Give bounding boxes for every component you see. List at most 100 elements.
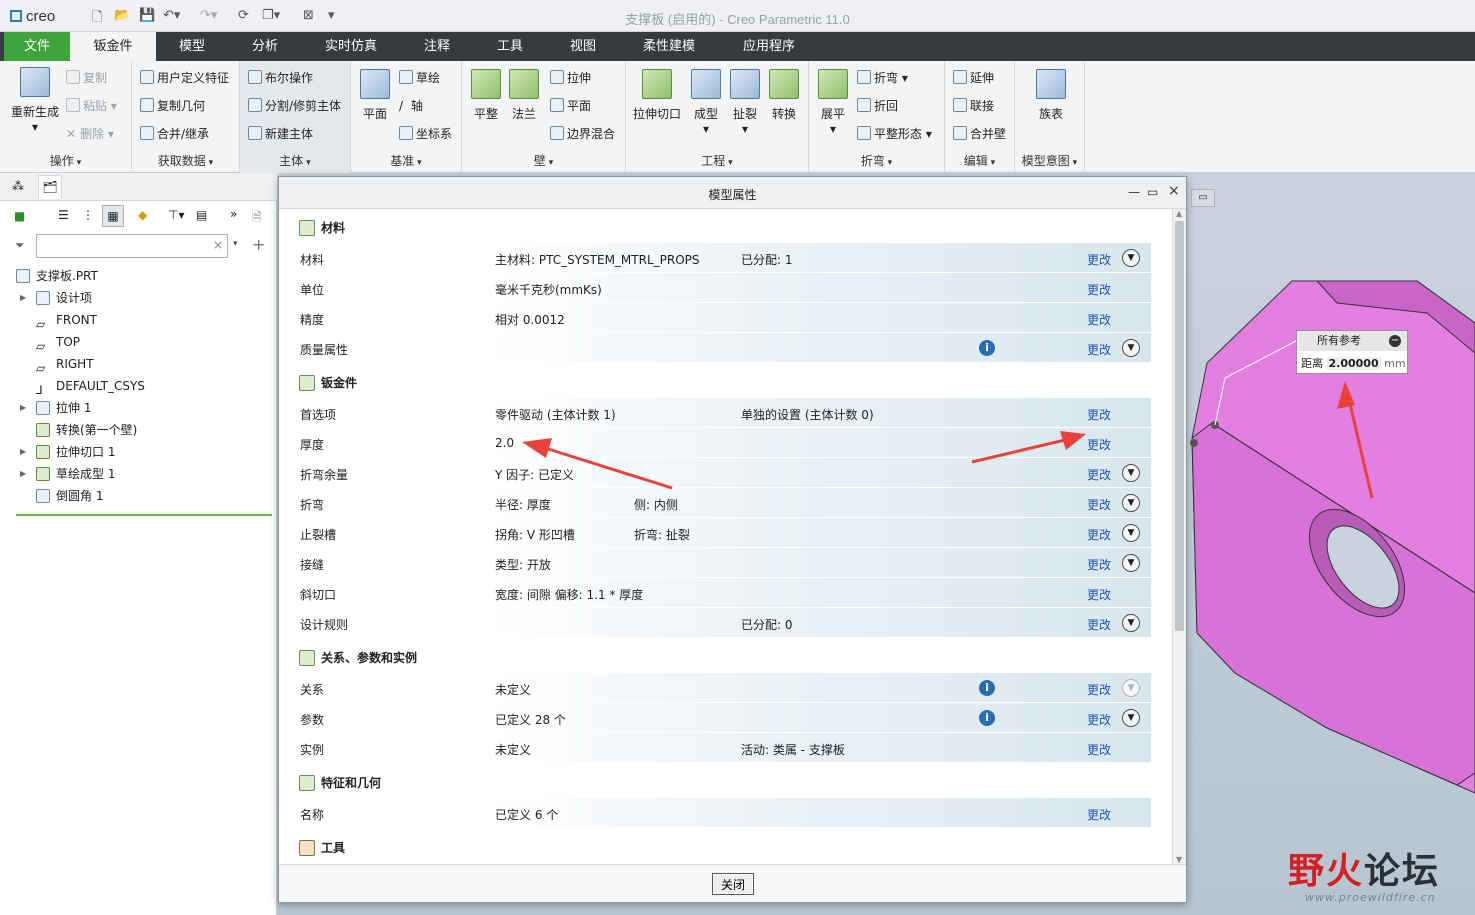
tree-list-icon[interactable]: ⋮ <box>82 208 94 222</box>
close-icon[interactable]: × <box>1168 183 1180 199</box>
collapse-icon[interactable]: − <box>1389 335 1401 347</box>
expand-icon[interactable]: ▶ <box>20 463 26 485</box>
info-icon[interactable]: i <box>979 710 995 726</box>
expand-row-icon[interactable]: ▼ <box>1122 554 1140 572</box>
change-link[interactable]: 更改 <box>1087 741 1111 758</box>
info-icon[interactable]: i <box>979 680 995 696</box>
change-link[interactable]: 更改 <box>1087 711 1111 728</box>
group-label-edit[interactable]: 编辑 <box>945 152 1014 169</box>
restore-view-icon[interactable]: ▭ <box>1191 189 1215 207</box>
extend-button[interactable]: 延伸 <box>953 69 994 86</box>
family-table-button[interactable]: 族表 <box>1031 69 1071 122</box>
bend-back-button[interactable]: 折回 <box>857 97 898 114</box>
tree-columns-icon[interactable]: ☰ <box>58 208 69 222</box>
group-label-wall[interactable]: 壁 <box>462 152 625 169</box>
tab-sheetmetal[interactable]: 钣金件 <box>70 32 156 61</box>
group-label-datum[interactable]: 基准 <box>351 152 461 169</box>
rip-button[interactable]: 扯裂 ▾ <box>727 69 763 136</box>
tree-table-icon[interactable]: ▦ <box>102 205 124 227</box>
change-link[interactable]: 更改 <box>1087 496 1111 513</box>
boolean-button[interactable]: 布尔操作 <box>248 69 313 86</box>
expand-icon[interactable]: ▶ <box>20 397 26 419</box>
csys-button[interactable]: 坐标系 <box>399 125 452 142</box>
expand-icon[interactable]: ▶ <box>20 287 26 309</box>
change-link[interactable]: 更改 <box>1087 526 1111 543</box>
group-label-model-intent[interactable]: 模型意图 <box>1015 152 1084 169</box>
expand-row-icon[interactable]: ▼ <box>1122 679 1140 697</box>
change-link[interactable]: 更改 <box>1087 406 1111 423</box>
axis-button[interactable]: / 轴 <box>399 97 423 114</box>
change-link[interactable]: 更改 <box>1087 616 1111 633</box>
tab-applications[interactable]: 应用程序 <box>730 32 808 61</box>
group-label-operations[interactable]: 操作 <box>0 152 131 169</box>
change-link[interactable]: 更改 <box>1087 556 1111 573</box>
maximize-icon[interactable]: ▭ <box>1147 185 1158 199</box>
group-label-bend[interactable]: 折弯 <box>809 152 944 169</box>
delete-button[interactable]: ✕ 删除 ▾ <box>66 125 114 142</box>
change-link[interactable]: 更改 <box>1087 681 1111 698</box>
change-link[interactable]: 更改 <box>1087 466 1111 483</box>
merge-inherit-button[interactable]: 合并/继承 <box>140 125 209 142</box>
expand-icon[interactable]: ▶ <box>20 441 26 463</box>
tab-flexible-modeling[interactable]: 柔性建模 <box>630 32 708 61</box>
group-label-get-data[interactable]: 获取数据 <box>132 152 239 169</box>
udf-button[interactable]: 用户定义特征 <box>140 69 229 86</box>
merge-wall-button[interactable]: 合并壁 <box>953 125 1006 142</box>
tab-file[interactable]: 文件 <box>4 32 70 61</box>
expand-row-icon[interactable]: ▼ <box>1122 614 1140 632</box>
dialog-scrollbar[interactable]: ▲ ▼ <box>1172 209 1186 864</box>
form-button[interactable]: 成型 ▾ <box>688 69 724 136</box>
clear-icon[interactable]: × <box>213 238 223 252</box>
close-button[interactable]: 关闭 <box>712 873 754 895</box>
tree-settings-icon[interactable]: ▤ <box>196 208 207 222</box>
flange-button[interactable]: 法兰 <box>506 69 542 122</box>
tree-search-input[interactable]: × <box>36 234 228 258</box>
new-body-button[interactable]: 新建主体 <box>248 125 313 142</box>
add-icon[interactable]: + <box>252 235 265 254</box>
tab-view[interactable]: 视图 <box>553 32 613 61</box>
expand-row-icon[interactable]: ▼ <box>1122 524 1140 542</box>
tab-model[interactable]: 模型 <box>160 32 224 61</box>
highlight-icon[interactable]: ◆ <box>138 208 147 222</box>
copy-button[interactable]: 复制 <box>66 69 107 86</box>
notes-icon[interactable]: 🗎 <box>252 208 262 229</box>
flat-wall-button[interactable]: 平整 <box>468 69 504 122</box>
join-button[interactable]: 联接 <box>953 97 994 114</box>
expand-row-icon[interactable]: ▼ <box>1122 494 1140 512</box>
split-trim-body-button[interactable]: 分割/修剪主体 <box>248 97 341 114</box>
scroll-down-icon[interactable]: ▼ <box>1176 855 1182 864</box>
tab-simulation[interactable]: 实时仿真 <box>312 32 390 61</box>
expand-row-icon[interactable]: ▼ <box>1122 464 1140 482</box>
minimize-icon[interactable]: — <box>1128 185 1140 199</box>
expand-row-icon[interactable]: ▼ <box>1122 249 1140 267</box>
change-link[interactable]: 更改 <box>1087 806 1111 823</box>
tree-filters-icon[interactable]: ⊤▾ <box>168 208 184 222</box>
info-icon[interactable]: i <box>979 340 995 356</box>
change-link[interactable]: 更改 <box>1087 251 1111 268</box>
change-link[interactable]: 更改 <box>1087 436 1111 453</box>
measure-callout[interactable]: 所有参考 − 距离 2.00000 mm <box>1296 330 1408 374</box>
model-tree-tab-icon[interactable]: ⁂ <box>12 179 24 193</box>
regenerate-button[interactable]: 重新生成 ▾ <box>6 67 64 134</box>
folder-browser-tab-icon[interactable]: 🗂 <box>38 175 62 199</box>
insert-here-marker[interactable] <box>16 514 272 516</box>
sketch-button[interactable]: 草绘 <box>399 69 440 86</box>
copy-geometry-button[interactable]: 复制几何 <box>140 97 205 114</box>
expand-row-icon[interactable]: ▼ <box>1122 339 1140 357</box>
flat-pattern-button[interactable]: 平整形态 ▾ <box>857 125 932 142</box>
group-label-body[interactable]: 主体 <box>240 152 350 169</box>
scroll-thumb[interactable] <box>1175 221 1184 631</box>
unbend-button[interactable]: 展平 ▾ <box>815 69 851 136</box>
bend-button[interactable]: 折弯 ▾ <box>857 69 908 86</box>
change-link[interactable]: 更改 <box>1087 341 1111 358</box>
change-link[interactable]: 更改 <box>1087 586 1111 603</box>
tab-analysis[interactable]: 分析 <box>234 32 296 61</box>
extrude-cut-button[interactable]: 拉伸切口 <box>632 69 682 122</box>
planar-wall-button[interactable]: 平面 <box>550 97 591 114</box>
paste-button[interactable]: 粘贴 ▾ <box>66 97 117 114</box>
tab-annotate[interactable]: 注释 <box>406 32 468 61</box>
convert-button[interactable]: 转换 <box>766 69 802 122</box>
group-label-engineering[interactable]: 工程 <box>626 152 808 169</box>
datum-plane-button[interactable]: 平面 <box>357 69 393 122</box>
scroll-up-icon[interactable]: ▲ <box>1176 209 1182 218</box>
